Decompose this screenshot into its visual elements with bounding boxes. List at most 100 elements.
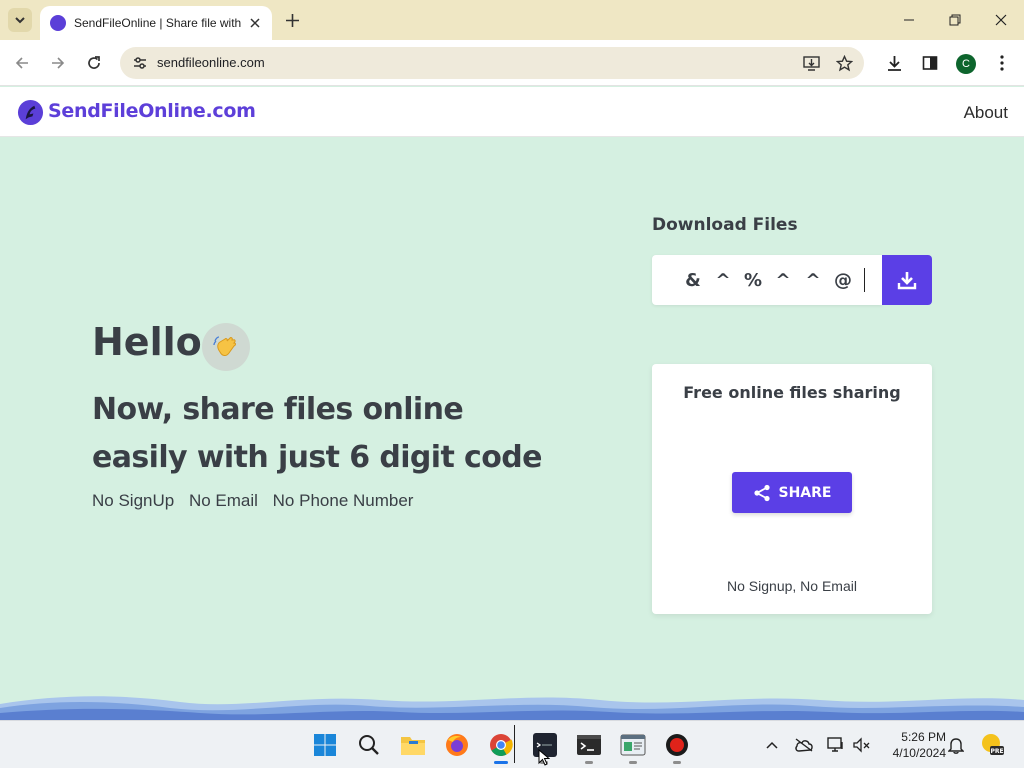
notifications-button[interactable] xyxy=(946,735,966,755)
arrow-left-icon xyxy=(15,57,28,69)
speaker-muted-icon xyxy=(853,737,870,753)
mouse-cursor-icon xyxy=(538,749,550,766)
app-indicator xyxy=(629,761,637,764)
profile-avatar[interactable]: C xyxy=(956,54,976,74)
volume-status[interactable] xyxy=(852,735,872,755)
window-close-button[interactable] xyxy=(986,8,1016,32)
app-indicator xyxy=(585,761,593,764)
clock-date: 4/10/2024 xyxy=(892,746,946,760)
reload-icon xyxy=(88,56,100,69)
taskbar-file-explorer[interactable] xyxy=(399,731,427,759)
taskbar-divider xyxy=(514,725,515,763)
browser-tab-active[interactable]: SendFileOnline | Share file with xyxy=(40,6,272,40)
back-button[interactable] xyxy=(10,51,34,75)
start-button[interactable] xyxy=(311,731,339,759)
tab-search-button[interactable] xyxy=(8,8,32,32)
decorative-waves xyxy=(0,696,1024,720)
browser-menu-button[interactable] xyxy=(990,51,1014,75)
chevron-down-icon xyxy=(15,17,25,24)
command-prompt-icon xyxy=(577,735,601,755)
close-icon xyxy=(250,18,260,28)
record-icon xyxy=(666,734,688,756)
taskbar-firefox[interactable] xyxy=(443,731,471,759)
side-panel-button[interactable] xyxy=(918,51,942,75)
search-icon xyxy=(359,735,379,755)
taskbar-command-prompt[interactable] xyxy=(575,731,603,759)
address-bar[interactable]: sendfileonline.com xyxy=(120,47,864,79)
site-favicon-icon xyxy=(50,15,66,31)
browser-tab-strip: SendFileOnline | Share file with xyxy=(0,0,1024,40)
window-minimize-button[interactable] xyxy=(894,8,924,32)
cloud-offline-icon xyxy=(795,738,813,752)
browser-toolbar: sendfileonline.com xyxy=(0,40,1024,86)
chevron-up-icon xyxy=(766,741,778,749)
code-char: ^ xyxy=(805,269,821,291)
code-char: @ xyxy=(834,269,852,291)
folder-icon xyxy=(401,737,425,755)
show-hidden-icons-button[interactable] xyxy=(762,735,782,755)
app-window-icon xyxy=(620,734,646,756)
text-caret xyxy=(864,268,865,292)
feature-no-email: No Email xyxy=(188,491,258,510)
onedrive-status[interactable] xyxy=(794,735,814,755)
clock-time: 5:26 PM xyxy=(901,730,946,744)
system-clock[interactable]: 5:26 PM 4/10/2024 xyxy=(880,729,946,761)
window-restore-button[interactable] xyxy=(940,8,970,32)
code-char: ^ xyxy=(715,269,731,291)
code-char: & xyxy=(685,269,701,291)
share-button-label: SHARE xyxy=(778,484,832,501)
site-logo-text[interactable]: SendFileOnline.com xyxy=(48,100,256,122)
share-card: Free online files sharing SHARE No Signu… xyxy=(652,364,932,614)
preview-badge[interactable]: PRE xyxy=(980,732,1004,756)
share-card-title: Free online files sharing xyxy=(683,383,901,402)
windows-preview-icon: PRE xyxy=(982,734,1004,755)
tab-title: SendFileOnline | Share file with xyxy=(74,16,242,30)
download-files-title: Download Files xyxy=(652,215,798,235)
hero-features: No SignUp No Email No Phone Number xyxy=(92,491,423,511)
share-icon xyxy=(753,484,770,501)
bookmark-button[interactable] xyxy=(833,52,855,74)
taskbar-recorder[interactable] xyxy=(663,731,691,759)
download-icon xyxy=(897,272,917,290)
app-indicator xyxy=(673,761,681,764)
network-status[interactable] xyxy=(826,735,846,755)
reload-button[interactable] xyxy=(82,51,106,75)
hero-headline: Now, share files online easily with just… xyxy=(92,392,542,475)
site-settings-icon[interactable] xyxy=(132,55,148,71)
taskbar-chrome[interactable] xyxy=(487,731,515,759)
windows-icon xyxy=(314,734,336,756)
forward-button[interactable] xyxy=(46,51,70,75)
chrome-active-indicator xyxy=(494,761,508,764)
feature-no-signup: No SignUp xyxy=(92,491,175,510)
feature-no-phone: No Phone Number xyxy=(272,491,414,510)
hero-hello: Hello xyxy=(92,320,202,364)
tab-close-button[interactable] xyxy=(246,14,264,32)
taskbar-app-window[interactable] xyxy=(619,731,647,759)
minimize-icon xyxy=(904,19,914,21)
restore-icon xyxy=(949,14,961,26)
code-char: ^ xyxy=(775,269,791,291)
monitor-network-icon xyxy=(827,737,843,752)
star-icon xyxy=(835,54,853,71)
share-button[interactable]: SHARE xyxy=(732,472,852,513)
install-icon xyxy=(802,55,820,71)
waving-hand-icon xyxy=(202,323,250,371)
code-char: % xyxy=(743,269,763,291)
taskbar: 5:26 PM 4/10/2024 PRE xyxy=(0,720,1024,768)
downloads-button[interactable] xyxy=(882,51,906,75)
logo-icon[interactable] xyxy=(17,99,44,126)
side-panel-icon xyxy=(922,56,938,70)
download-icon xyxy=(887,55,901,71)
hand-icon xyxy=(213,336,236,356)
new-tab-button[interactable] xyxy=(282,10,302,30)
install-app-button[interactable] xyxy=(800,52,822,74)
nav-about-link[interactable]: About xyxy=(964,103,1008,123)
close-icon xyxy=(995,14,1007,26)
download-button[interactable] xyxy=(882,255,932,305)
svg-text:PRE: PRE xyxy=(990,748,1003,755)
plus-icon xyxy=(285,13,299,27)
download-code-input[interactable]: & ^ % ^ ^ @ xyxy=(652,255,882,305)
firefox-icon xyxy=(446,734,468,756)
taskbar-search-button[interactable] xyxy=(355,731,383,759)
site-header: SendFileOnline.com About xyxy=(0,87,1024,137)
